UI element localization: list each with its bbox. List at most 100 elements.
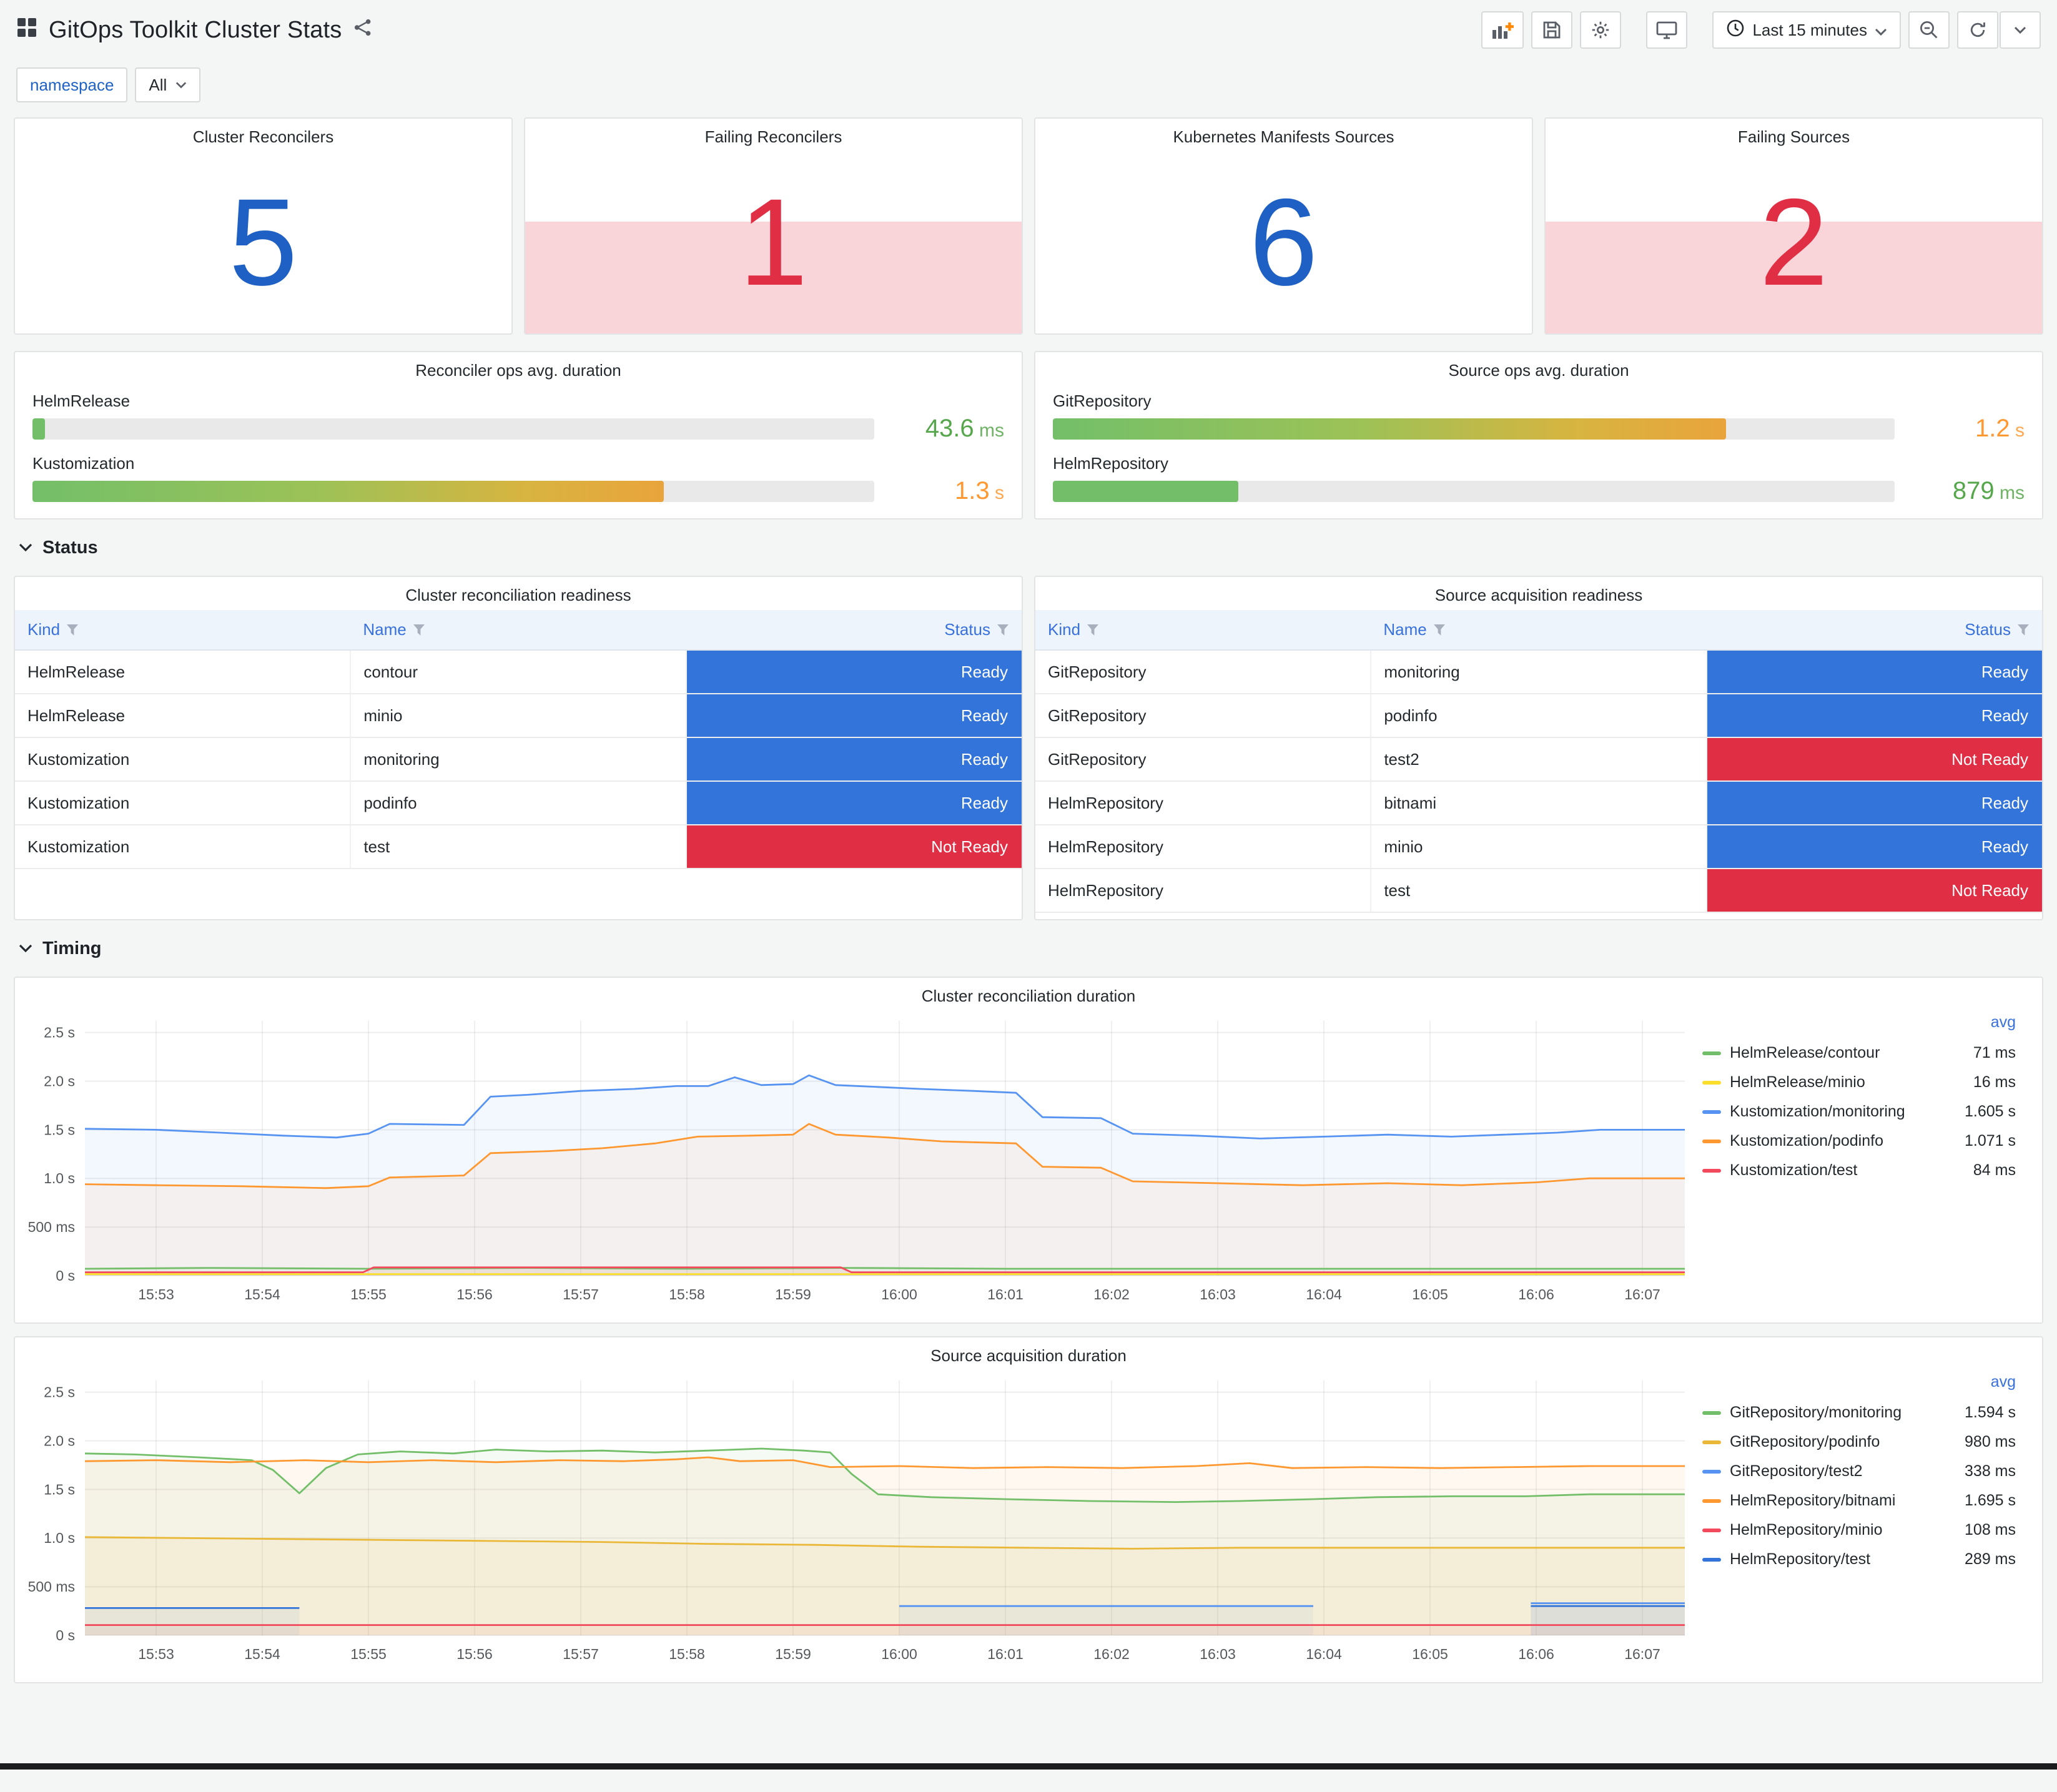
svg-text:15:55: 15:55 bbox=[350, 1646, 387, 1662]
zoom-out-button[interactable] bbox=[1908, 11, 1950, 49]
column-header-name[interactable]: Name bbox=[350, 610, 686, 651]
chart-legend-item[interactable]: Kustomization/test 84 ms bbox=[1702, 1156, 2016, 1185]
svg-text:15:59: 15:59 bbox=[775, 1286, 811, 1302]
svg-text:16:03: 16:03 bbox=[1200, 1646, 1236, 1662]
panel-title[interactable]: Source acquisition readiness bbox=[1035, 577, 2042, 610]
bar-gauge: HelmRelease 43.6 ms bbox=[32, 391, 1004, 443]
legend-series-avg: 1.605 s bbox=[1964, 1103, 2016, 1120]
clock-icon bbox=[1726, 19, 1745, 42]
table-row: HelmRepository test Not Ready bbox=[1035, 869, 2042, 913]
stat-value: 6 bbox=[1249, 173, 1318, 311]
chart-legend-item[interactable]: HelmRepository/bitnami 1.695 s bbox=[1702, 1486, 2016, 1515]
stat-row: Cluster Reconcilers 5 Failing Reconciler… bbox=[0, 117, 2057, 335]
column-header-kind[interactable]: Kind bbox=[15, 610, 351, 651]
series-color-dash bbox=[1702, 1410, 1721, 1415]
panel-kubernetes-manifests-sources: Kubernetes Manifests Sources 6 bbox=[1034, 117, 1533, 335]
gauge-track bbox=[1053, 418, 1895, 440]
panel-title[interactable]: Failing Sources bbox=[1546, 119, 2042, 152]
status-badge: Ready bbox=[686, 782, 1022, 824]
svg-text:15:57: 15:57 bbox=[563, 1646, 599, 1662]
time-range-picker[interactable]: Last 15 minutes bbox=[1712, 11, 1901, 49]
series-color-dash bbox=[1702, 1557, 1721, 1562]
section-row-status[interactable]: Status bbox=[0, 519, 2057, 576]
column-header-name[interactable]: Name bbox=[1371, 610, 1707, 651]
panel-title[interactable]: Cluster reconciliation readiness bbox=[15, 577, 1022, 610]
column-header-status[interactable]: Status bbox=[1706, 610, 2042, 651]
tv-mode-button[interactable] bbox=[1646, 11, 1688, 49]
svg-text:16:05: 16:05 bbox=[1412, 1286, 1448, 1302]
section-row-timing[interactable]: Timing bbox=[0, 920, 2057, 977]
panel-title[interactable]: Source acquisition duration bbox=[15, 1337, 2042, 1371]
svg-text:16:00: 16:00 bbox=[881, 1286, 917, 1302]
panel-title[interactable]: Cluster reconciliation duration bbox=[15, 978, 2042, 1011]
legend-series-name: HelmRepository/minio bbox=[1730, 1521, 1883, 1538]
panel-title[interactable]: Cluster Reconcilers bbox=[15, 119, 511, 152]
cell-status: Ready bbox=[686, 737, 1022, 782]
status-badge: Not Ready bbox=[1707, 738, 2042, 780]
column-header-kind[interactable]: Kind bbox=[1035, 610, 1371, 651]
chart-legend-item[interactable]: Kustomization/monitoring 1.605 s bbox=[1702, 1097, 2016, 1126]
chart-legend-item[interactable]: HelmRelease/contour 71 ms bbox=[1702, 1038, 2016, 1068]
gauge-value: 879 ms bbox=[1952, 477, 2025, 505]
series-color-dash bbox=[1702, 1051, 1721, 1055]
svg-text:2.0 s: 2.0 s bbox=[44, 1433, 75, 1449]
chart-legend-item[interactable]: HelmRepository/test 289 ms bbox=[1702, 1545, 2016, 1574]
gauge-fill bbox=[32, 418, 46, 440]
svg-text:1.5 s: 1.5 s bbox=[44, 1121, 75, 1138]
status-badge: Ready bbox=[1707, 651, 2042, 693]
gauge-row: Reconciler ops avg. duration HelmRelease… bbox=[0, 351, 2057, 519]
namespace-variable-label[interactable]: namespace bbox=[16, 67, 128, 102]
chart-legend: avg HelmRelease/contour 71 ms HelmRelease/m… bbox=[1702, 1011, 2021, 1313]
table-row: GitRepository test2 Not Ready bbox=[1035, 737, 2042, 782]
panel-source-acquisition-duration: Source acquisition duration 0 s 500 ms 1.0… bbox=[14, 1336, 2043, 1683]
svg-text:15:58: 15:58 bbox=[669, 1646, 705, 1662]
panel-title[interactable]: Source ops avg. duration bbox=[1035, 352, 2042, 385]
cell-status: Ready bbox=[686, 650, 1022, 694]
status-badge: Ready bbox=[1707, 825, 2042, 868]
namespace-variable-value[interactable]: All bbox=[135, 67, 201, 102]
table-header-row: Kind Name Status bbox=[15, 610, 1022, 651]
chart-legend-item[interactable]: HelmRelease/minio 16 ms bbox=[1702, 1068, 2016, 1097]
refresh-interval-dropdown[interactable] bbox=[2000, 11, 2041, 49]
panel-title[interactable]: Kubernetes Manifests Sources bbox=[1035, 119, 1532, 152]
add-panel-button[interactable] bbox=[1481, 11, 1524, 49]
svg-text:15:57: 15:57 bbox=[563, 1286, 599, 1302]
svg-text:15:54: 15:54 bbox=[244, 1286, 280, 1302]
gauge-label: Kustomization bbox=[32, 454, 135, 473]
series-color-dash bbox=[1702, 1528, 1721, 1532]
share-icon[interactable] bbox=[353, 18, 372, 42]
cell-name: contour bbox=[350, 650, 687, 694]
refresh-button[interactable] bbox=[1957, 11, 1998, 49]
svg-text:16:05: 16:05 bbox=[1412, 1646, 1448, 1662]
chart-legend-item[interactable]: GitRepository/monitoring 1.594 s bbox=[1702, 1398, 2016, 1427]
stat-value: 1 bbox=[739, 173, 808, 311]
gauge-value: 1.3 s bbox=[955, 477, 1004, 505]
variables-row: namespace All bbox=[0, 57, 2057, 117]
column-header-status[interactable]: Status bbox=[686, 610, 1022, 651]
legend-series-name: HelmRelease/contour bbox=[1730, 1044, 1880, 1061]
namespace-variable-current: All bbox=[149, 75, 167, 94]
legend-series-avg: 1.071 s bbox=[1964, 1132, 2016, 1150]
svg-text:15:56: 15:56 bbox=[456, 1646, 493, 1662]
chart-legend-item[interactable]: GitRepository/test2 338 ms bbox=[1702, 1457, 2016, 1486]
panel-title[interactable]: Reconciler ops avg. duration bbox=[15, 352, 1022, 385]
legend-series-avg: 108 ms bbox=[1965, 1521, 2016, 1538]
chart-legend-item[interactable]: Kustomization/podinfo 1.071 s bbox=[1702, 1126, 2016, 1156]
series-color-dash bbox=[1702, 1168, 1721, 1173]
series-color-dash bbox=[1702, 1110, 1721, 1114]
save-dashboard-button[interactable] bbox=[1531, 11, 1573, 49]
chevron-down-icon bbox=[19, 543, 32, 552]
panel-title[interactable]: Failing Reconcilers bbox=[525, 119, 1022, 152]
dashboard-grid-icon[interactable] bbox=[16, 17, 37, 43]
cell-name: monitoring bbox=[1371, 650, 1707, 694]
panel-failing-sources: Failing Sources 2 bbox=[1544, 117, 2043, 335]
dashboard-settings-button[interactable] bbox=[1580, 11, 1622, 49]
chart-legend-item[interactable]: HelmRepository/minio 108 ms bbox=[1702, 1515, 2016, 1545]
series-color-dash bbox=[1702, 1499, 1721, 1503]
bar-gauge: Kustomization 1.3 s bbox=[32, 454, 1004, 505]
legend-series-name: GitRepository/podinfo bbox=[1730, 1433, 1880, 1450]
cell-status: Ready bbox=[1706, 781, 2042, 825]
status-badge: Ready bbox=[1707, 782, 2042, 824]
chart-legend-item[interactable]: GitRepository/podinfo 980 ms bbox=[1702, 1427, 2016, 1457]
legend-series-name: GitRepository/monitoring bbox=[1730, 1404, 1902, 1421]
